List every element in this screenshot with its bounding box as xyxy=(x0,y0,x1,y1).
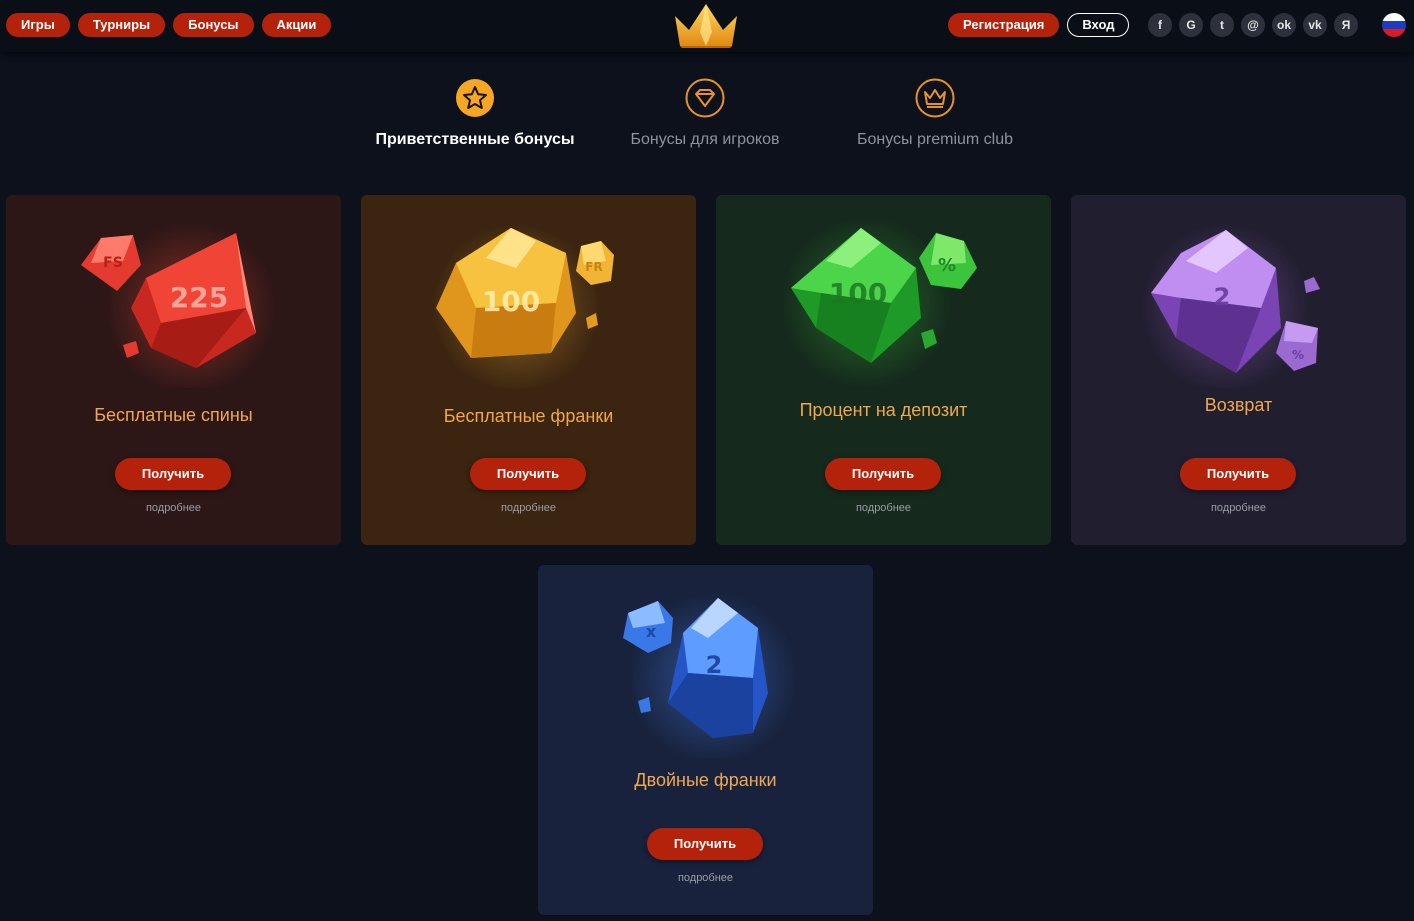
auth-buttons: Регистрация Вход xyxy=(948,13,1130,37)
twitter-icon[interactable]: t xyxy=(1210,13,1234,37)
tab-player-bonuses[interactable]: Бонусы для игроков xyxy=(585,78,825,158)
gold-gem-icon: 100 FR xyxy=(431,223,614,388)
mail-icon[interactable]: @ xyxy=(1241,13,1265,37)
bonus-card-free-francs: 100 FR Бесплатные франки Получить подроб… xyxy=(361,195,696,545)
tab-welcome-bonuses[interactable]: Приветственные бонусы xyxy=(355,78,595,158)
diamond-icon xyxy=(685,78,725,118)
get-button[interactable]: Получить xyxy=(115,458,231,490)
svg-text:100: 100 xyxy=(829,277,887,310)
tab-label: Бонусы premium club xyxy=(856,131,1014,148)
purple-gem-icon: 2 % xyxy=(1141,223,1320,388)
get-button[interactable]: Получить xyxy=(647,828,763,860)
crown-logo-icon[interactable] xyxy=(672,2,740,50)
card-title: Бесплатные франки xyxy=(443,406,614,426)
blue-gem-icon: 2 x xyxy=(623,593,798,758)
svg-text:2: 2 xyxy=(1214,283,1231,311)
details-link[interactable]: подробнее xyxy=(1071,502,1406,514)
odnoklassniki-icon[interactable]: ok xyxy=(1272,13,1296,37)
google-icon[interactable]: G xyxy=(1179,13,1203,37)
nav-promotions[interactable]: Акции xyxy=(261,13,332,37)
svg-text:%: % xyxy=(1292,348,1304,362)
svg-text:x: x xyxy=(646,622,657,641)
tab-label: Бонусы для игроков xyxy=(630,131,780,148)
get-button[interactable]: Получить xyxy=(1180,458,1296,490)
details-link[interactable]: подробнее xyxy=(6,502,341,514)
top-header: Игры Турниры Бонусы Акции Регистрация Вх… xyxy=(0,0,1414,52)
card-title: Двойные франки xyxy=(634,770,777,790)
svg-text:FS: FS xyxy=(103,255,123,271)
nav-bonuses[interactable]: Бонусы xyxy=(173,13,254,37)
get-button[interactable]: Получить xyxy=(825,458,941,490)
svg-text:FR: FR xyxy=(585,260,602,274)
nav-games[interactable]: Игры xyxy=(6,13,70,37)
main-nav: Игры Турниры Бонусы Акции xyxy=(6,13,332,37)
login-button[interactable]: Вход xyxy=(1067,13,1130,37)
card-title: Бесплатные спины xyxy=(94,405,253,425)
bonus-card-deposit-percent: 100 % Процент на депозит Получить подроб… xyxy=(716,195,1051,545)
tab-premium-club-bonuses[interactable]: Бонусы premium club xyxy=(815,78,1055,158)
nav-tournaments[interactable]: Турниры xyxy=(77,13,166,37)
social-links: f G t @ ok vk Я xyxy=(1148,13,1358,37)
svg-text:%: % xyxy=(938,255,956,276)
green-gem-icon: 100 % xyxy=(781,218,977,388)
svg-text:100: 100 xyxy=(482,285,540,318)
star-icon xyxy=(456,79,494,117)
yandex-icon[interactable]: Я xyxy=(1334,13,1358,37)
vk-icon[interactable]: vk xyxy=(1303,13,1327,37)
tab-label: Приветственные бонусы xyxy=(375,131,575,148)
card-title: Возврат xyxy=(1204,395,1273,415)
get-button[interactable]: Получить xyxy=(470,458,586,490)
details-link[interactable]: подробнее xyxy=(716,502,1051,514)
bonus-card-free-spins: FS 225 Бесплатные спины Получить подробн… xyxy=(6,195,341,545)
details-link[interactable]: подробнее xyxy=(538,872,873,884)
crown-icon xyxy=(915,78,955,118)
ru-flag-icon[interactable] xyxy=(1382,13,1406,37)
details-link[interactable]: подробнее xyxy=(361,502,696,514)
red-gem-icon: FS 225 xyxy=(81,223,276,388)
bonus-card-cashback: 2 % Возврат Получить подробнее xyxy=(1071,195,1406,545)
bonus-card-double-francs: 2 x Двойные франки Получить подробнее xyxy=(538,565,873,915)
svg-text:2: 2 xyxy=(706,651,723,679)
card-title: Процент на депозит xyxy=(799,400,968,420)
register-button[interactable]: Регистрация xyxy=(948,13,1060,37)
svg-text:225: 225 xyxy=(170,281,228,314)
facebook-icon[interactable]: f xyxy=(1148,13,1172,37)
